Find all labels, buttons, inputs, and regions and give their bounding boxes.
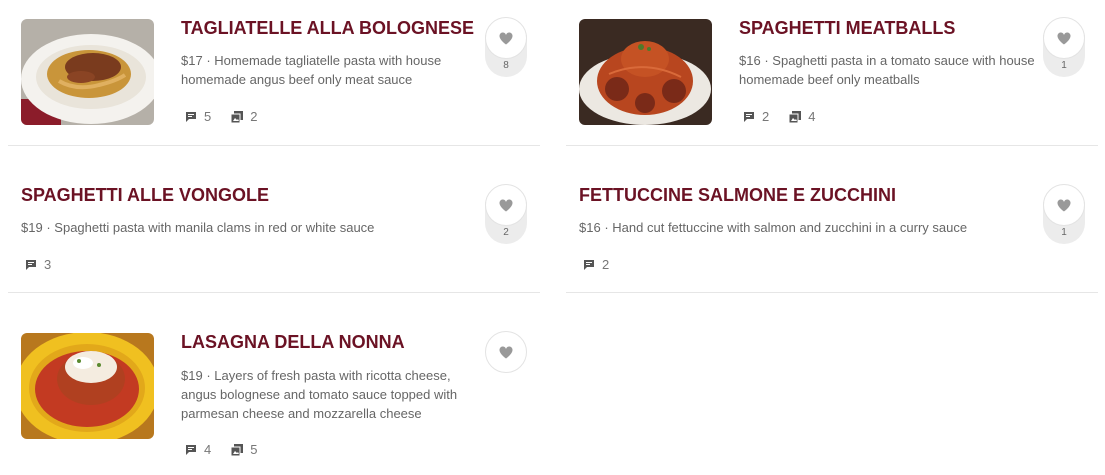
item-description: $16 · Hand cut fettuccine with salmon an…	[579, 218, 1019, 237]
item-title[interactable]: FETTUCCINE SALMONE E ZUCCHINI	[579, 185, 896, 206]
comment-icon	[584, 259, 594, 270]
heart-icon	[1057, 31, 1071, 44]
divider	[566, 292, 1098, 293]
item-description-text: Hand cut fettuccine with salmon and zucc…	[612, 220, 968, 235]
like-button[interactable]	[1043, 17, 1085, 59]
item-price: $16	[579, 220, 601, 235]
heart-icon	[499, 198, 513, 211]
lasagna-photo[interactable]	[21, 333, 154, 439]
separator: ·	[604, 220, 609, 235]
comments-count[interactable]: 4	[185, 442, 211, 457]
menu-item[interactable]: LASAGNA DELLA NONNA $19 · Layers of fres…	[8, 0, 540, 475]
photos-count[interactable]: 5	[231, 442, 257, 457]
like-button[interactable]	[485, 17, 527, 59]
separator: ·	[206, 368, 211, 383]
item-title[interactable]: LASAGNA DELLA NONNA	[181, 332, 405, 353]
heart-icon	[1057, 198, 1071, 211]
comments-count[interactable]: 2	[583, 257, 609, 272]
photos-count-value: 5	[250, 442, 258, 457]
like-button[interactable]	[485, 184, 527, 226]
heart-icon	[499, 345, 513, 358]
item-meta: 4 5	[185, 442, 277, 457]
comments-count-value: 2	[602, 257, 610, 272]
comments-count-value: 4	[204, 442, 212, 457]
menu-item[interactable]: FETTUCCINE SALMONE E ZUCCHINI $16 · Hand…	[566, 0, 1098, 294]
item-meta: 2	[583, 257, 629, 272]
item-price: $19	[181, 368, 203, 383]
heart-icon	[499, 31, 513, 44]
like-button[interactable]	[485, 331, 527, 373]
photo-icon	[231, 443, 244, 456]
comment-icon	[186, 444, 196, 455]
item-description-text: Layers of fresh pasta with ricotta chees…	[181, 368, 458, 421]
like-button[interactable]	[1043, 184, 1085, 226]
item-description: $19 · Layers of fresh pasta with ricotta…	[181, 366, 481, 423]
